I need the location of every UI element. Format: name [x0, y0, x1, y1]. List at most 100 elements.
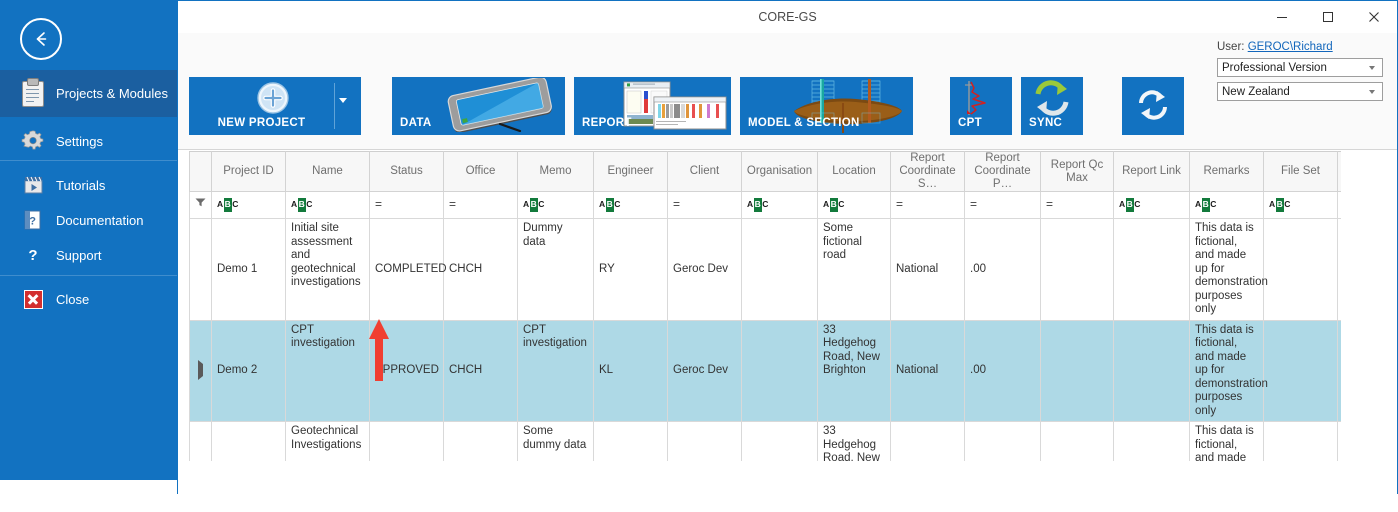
filter-cell-14[interactable]: ABC — [1263, 191, 1338, 219]
column-header-report-qc-max[interactable]: Report Qc Max — [1040, 151, 1114, 192]
column-header-engineer[interactable]: Engineer — [593, 151, 668, 192]
cell-7[interactable] — [741, 421, 818, 461]
cell-12[interactable] — [1113, 319, 1190, 422]
cell-9[interactable]: National — [890, 421, 965, 461]
column-header-client[interactable]: Client — [667, 151, 742, 192]
user-name-link[interactable]: GEROC\Richard — [1248, 41, 1333, 53]
filter-cell-5[interactable]: ABC — [593, 191, 668, 219]
cell-7[interactable] — [741, 218, 818, 321]
filter-cell-2[interactable]: = — [369, 191, 444, 219]
back-button[interactable] — [20, 18, 62, 60]
maximize-button[interactable] — [1305, 1, 1351, 33]
column-header-organisation[interactable]: Organisation — [741, 151, 818, 192]
cell-10[interactable]: .00 — [964, 218, 1041, 321]
cell-3[interactable]: AKLD — [443, 421, 518, 461]
cell-6[interactable]: Geroc Dev — [667, 218, 742, 321]
close-button[interactable] — [1351, 1, 1397, 33]
sidebar-item-tutorials[interactable]: Tutorials — [0, 168, 177, 202]
column-header-project-id[interactable]: Project ID — [211, 151, 286, 192]
cell-14[interactable] — [1263, 319, 1338, 422]
cell-8[interactable]: 33 Hedgehog Road, New Brighton — [817, 319, 891, 422]
column-header-name[interactable]: Name — [285, 151, 370, 192]
version-select[interactable]: Professional Version — [1217, 58, 1383, 77]
cell-8[interactable]: 33 Hedgehog Road, New Brighton — [817, 421, 891, 461]
model-section-button[interactable]: MODEL & SECTION — [740, 77, 913, 135]
cell-4[interactable]: Dummy data — [517, 218, 594, 321]
cell-6[interactable]: Geroc Dev — [667, 421, 742, 461]
cell-7[interactable] — [741, 319, 818, 422]
cell-10[interactable]: .0 — [964, 421, 1041, 461]
cell-5[interactable]: KL — [593, 319, 668, 422]
filter-cell-0[interactable]: ABC — [211, 191, 286, 219]
cell-3[interactable]: CHCH — [443, 319, 518, 422]
cell-13[interactable]: This data is fictional, and made up for … — [1189, 319, 1268, 422]
cell-6[interactable]: Geroc Dev — [667, 319, 742, 422]
minimize-button[interactable] — [1259, 1, 1305, 33]
cell-15[interactable] — [1337, 421, 1341, 461]
column-header-status[interactable]: Status — [369, 151, 444, 192]
cell-10[interactable]: .00 — [964, 319, 1041, 422]
table-row[interactable]: Demo 2aGeotechnical InvestigationsAPPROV… — [189, 421, 1341, 461]
cell-1[interactable]: Geotechnical Investigations — [285, 421, 370, 461]
filter-cell-11[interactable]: = — [1040, 191, 1114, 219]
filter-cell-15[interactable] — [1337, 191, 1341, 219]
cell-1[interactable]: CPT investigation — [285, 319, 370, 422]
filter-cell-8[interactable]: ABC — [817, 191, 891, 219]
column-header-report-coordinate-s[interactable]: Report Coordinate S… — [890, 151, 965, 192]
column-header-location[interactable]: Location — [817, 151, 891, 192]
filter-cell-9[interactable]: = — [890, 191, 965, 219]
report-button[interactable]: REPORT — [574, 77, 731, 135]
column-header-remarks[interactable]: Remarks — [1189, 151, 1264, 192]
cell-1[interactable]: Initial site assessment and geotechnical… — [285, 218, 370, 321]
column-header-report-link[interactable]: Report Link — [1113, 151, 1190, 192]
cell-11[interactable] — [1040, 319, 1114, 422]
table-row[interactable]: Demo 1 Initial site assessment and geotec… — [189, 218, 1341, 321]
cell-14[interactable] — [1263, 218, 1338, 321]
row-indicator[interactable] — [189, 319, 212, 422]
filter-cell-3[interactable]: = — [443, 191, 518, 219]
cell-12[interactable]: C:\Program… — [1113, 421, 1190, 461]
filter-cell-7[interactable]: ABC — [741, 191, 818, 219]
filter-cell-13[interactable]: ABC — [1189, 191, 1264, 219]
cell-5[interactable]: TC — [593, 421, 668, 461]
cell-2[interactable]: COMPLETED — [369, 218, 447, 321]
column-header-report-coordinate-p[interactable]: Report Coordinate P… — [964, 151, 1041, 192]
grid-filter-row[interactable]: A B C A B C = = A B C A B C = A B C A B C = = = A B C A B C A B C — [189, 191, 1341, 219]
cell-9[interactable]: National — [890, 319, 965, 422]
filter-toggle-button[interactable] — [189, 191, 212, 219]
sidebar-item-settings[interactable]: Settings — [0, 124, 177, 158]
filter-cell-12[interactable]: ABC — [1113, 191, 1190, 219]
new-project-button[interactable]: NEW PROJECT — [189, 77, 361, 135]
cell-0[interactable]: Demo 2 — [211, 319, 286, 422]
filter-cell-6[interactable]: = — [667, 191, 742, 219]
filter-cell-10[interactable]: = — [964, 191, 1041, 219]
cell-0[interactable]: Demo 2a — [211, 421, 286, 461]
cell-9[interactable]: National — [890, 218, 965, 321]
sidebar-item-support[interactable]: ? Support — [0, 238, 177, 272]
filter-cell-1[interactable]: ABC — [285, 191, 370, 219]
cell-13[interactable]: This data is fictional, and made up for … — [1189, 218, 1268, 321]
cell-5[interactable]: RY — [593, 218, 668, 321]
cell-2[interactable]: APPROVED — [369, 421, 444, 461]
column-header-memo[interactable]: Memo — [517, 151, 594, 192]
projects-data-grid[interactable]: Project ID Name Status Office Memo Engin… — [189, 151, 1341, 461]
cell-8[interactable]: Some fictional road — [817, 218, 891, 321]
cell-14[interactable] — [1263, 421, 1338, 461]
column-header-file-set[interactable]: File Set — [1263, 151, 1338, 192]
cell-11[interactable]: 30 — [1040, 421, 1114, 461]
sidebar-item-projects-modules[interactable]: Projects & Modules — [0, 70, 177, 117]
cell-4[interactable]: CPT investigation — [517, 319, 594, 422]
row-indicator[interactable] — [189, 218, 212, 321]
cell-15[interactable] — [1337, 218, 1341, 321]
cell-15[interactable] — [1337, 319, 1341, 422]
sidebar-item-close[interactable]: Close — [0, 282, 177, 316]
data-button[interactable]: DATA — [392, 77, 565, 135]
table-row[interactable]: Demo 2 CPT investigation APPROVED CHCH CPT i… — [189, 319, 1341, 422]
cell-11[interactable] — [1040, 218, 1114, 321]
cell-3[interactable]: CHCH — [443, 218, 518, 321]
filter-cell-4[interactable]: ABC — [517, 191, 594, 219]
sidebar-item-documentation[interactable]: ? Documentation — [0, 203, 177, 237]
cpt-button[interactable]: CPT — [950, 77, 1012, 135]
cell-13[interactable]: This data is fictional, and made up for … — [1189, 421, 1264, 461]
column-header-office[interactable]: Office — [443, 151, 518, 192]
